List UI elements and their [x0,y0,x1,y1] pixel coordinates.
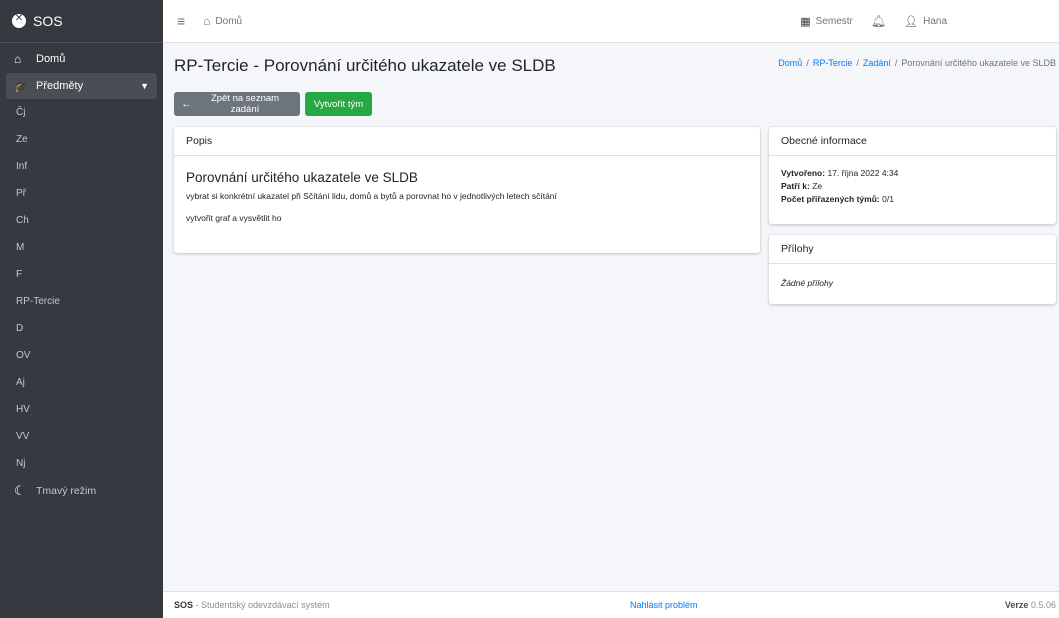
teams-row: Počet přiřazených týmů: 0/1 [781,194,1044,204]
breadcrumb-assignments[interactable]: Zadání [863,58,891,68]
description-card-header: Popis [174,127,760,156]
report-problem-link[interactable]: Nahlásit problém [630,600,698,610]
breadcrumb-current: Porovnání určitého ukazatele ve SLDB [901,58,1056,68]
assignment-paragraph: vytvořit graf a vysvětlit ho [186,213,282,223]
menu-toggle-icon[interactable]: ≡ [177,13,185,29]
subject-list: Čj Ze Inf Př Ch M F RP-Tercie D OV Aj HV… [0,99,163,477]
footer-version: Verze 0.5.06 [1005,600,1056,610]
belongs-row: Patří k: Ze [781,181,1044,191]
sidebar-subject-pr[interactable]: Př [0,180,163,207]
top-navbar: ≡ ⌂ Domů ▦ Semestr 🔔︎ 👤︎ Hana [163,0,1059,43]
created-value: 17. října 2022 4:34 [827,168,899,178]
footer: SOS - Studentský odevzdávací systém Nahl… [163,591,1059,618]
dark-mode-toggle[interactable]: ☾ Tmavý režim [0,477,163,504]
sidebar-nav: ⌂ Domů 🎓 Předměty ▼ Čj Ze Inf Př Ch M F … [0,43,163,504]
sidebar-subject-rp-tercie[interactable]: RP-Tercie [0,288,163,315]
home-icon: ⌂ [203,14,211,28]
sidebar-subject-hv[interactable]: HV [0,396,163,423]
no-attachments-text: Žádné přílohy [781,278,833,288]
belongs-value: Ze [812,181,823,191]
semester-selector[interactable]: ▦ Semestr [800,15,853,28]
attachments-card-header: Přílohy [769,235,1056,264]
created-label: Vytvořeno: [781,168,826,178]
breadcrumb-separator: / [806,58,809,68]
moon-icon: ☾ [14,482,26,498]
footer-brand-name: SOS [174,600,194,610]
home-icon: ⌂ [14,52,22,66]
user-name: Hana [923,15,947,27]
sidebar-item-subjects[interactable]: 🎓 Předměty ▼ [6,73,157,99]
sidebar-subject-ze[interactable]: Ze [0,126,163,153]
breadcrumb-home[interactable]: Domů [778,58,802,68]
sidebar: SOS ⌂ Domů 🎓 Předměty ▼ Čj Ze Inf Př Ch … [0,0,163,618]
general-info-card: Obecné informace Vytvořeno: 17. října 20… [769,127,1056,224]
calendar-icon: ▦ [800,15,811,28]
arrow-left-icon: ← [181,98,192,110]
sidebar-subject-aj[interactable]: Aj [0,369,163,396]
assignment-paragraph: vybrat si konkrétní ukazatel při Sčítání… [186,191,557,201]
created-row: Vytvořeno: 17. října 2022 4:34 [781,168,1044,178]
breadcrumb-subject[interactable]: RP-Tercie [813,58,853,68]
sidebar-subject-ov[interactable]: OV [0,342,163,369]
graduation-cap-icon: 🎓 [14,80,28,93]
breadcrumb-separator: / [894,58,898,68]
teams-label: Počet přiřazených týmů: [781,194,880,204]
description-card-body: Porovnání určitého ukazatele ve SLDB vyb… [174,156,760,247]
page-title: RP-Tercie - Porovnání určitého ukazatele… [174,56,556,75]
general-info-card-header: Obecné informace [769,127,1056,156]
back-to-assignments-button[interactable]: ← Zpět na seznam zadání [174,92,300,116]
sidebar-subject-d[interactable]: D [0,315,163,342]
sidebar-item-label: Předměty [36,80,84,92]
sidebar-subject-m[interactable]: M [0,234,163,261]
general-info-card-body: Vytvořeno: 17. října 2022 4:34 Patří k: … [769,156,1056,219]
attachments-card-body: Žádné přílohy [769,264,1056,300]
chevron-down-icon: ▼ [140,81,149,91]
footer-tagline: - Studentský odevzdávací systém [193,600,330,610]
sidebar-item-home[interactable]: ⌂ Domů [0,46,163,72]
belongs-label: Patří k: [781,181,810,191]
sidebar-item-label: Domů [36,53,66,65]
navbar-home-link[interactable]: ⌂ Domů [203,14,242,28]
user-menu[interactable]: 👤︎ Hana [904,15,947,28]
assignment-heading: Porovnání určitého ukazatele ve SLDB [186,170,418,185]
notifications-bell-icon[interactable]: 🔔︎ [871,14,886,28]
breadcrumb-separator: / [856,58,859,68]
brand-link[interactable]: SOS [0,0,163,43]
sidebar-subject-ch[interactable]: Ch [0,207,163,234]
sidebar-subject-vv[interactable]: VV [0,423,163,450]
dark-mode-label: Tmavý režim [36,484,97,497]
footer-brand: SOS - Studentský odevzdávací systém [174,600,330,610]
sidebar-subject-cj[interactable]: Čj [0,99,163,126]
navbar-home-label: Domů [215,15,243,27]
user-icon: 👤︎ [904,15,919,28]
breadcrumb: Domů / RP-Tercie / Zadání / Porovnání ur… [778,58,1056,68]
navbar-right: ▦ Semestr 🔔︎ 👤︎ Hana [782,14,947,28]
attachments-card: Přílohy Žádné přílohy [769,235,1056,304]
sos-logo-icon [12,13,26,28]
create-team-button[interactable]: Vytvořit tým [305,92,372,116]
version-label: Verze [1004,600,1029,610]
teams-value: 0/1 [882,194,894,204]
brand-name: SOS [33,13,63,29]
back-button-label: Zpět na seznam zadání [210,93,280,115]
content-wrapper: RP-Tercie - Porovnání určitého ukazatele… [163,43,1059,591]
sidebar-subject-nj[interactable]: Nj [0,450,163,477]
semester-label: Semestr [815,15,853,27]
sidebar-subject-inf[interactable]: Inf [0,153,163,180]
description-card: Popis Porovnání určitého ukazatele ve SL… [174,127,760,253]
version-value: 0.5.06 [1030,600,1056,610]
sidebar-subject-f[interactable]: F [0,261,163,288]
